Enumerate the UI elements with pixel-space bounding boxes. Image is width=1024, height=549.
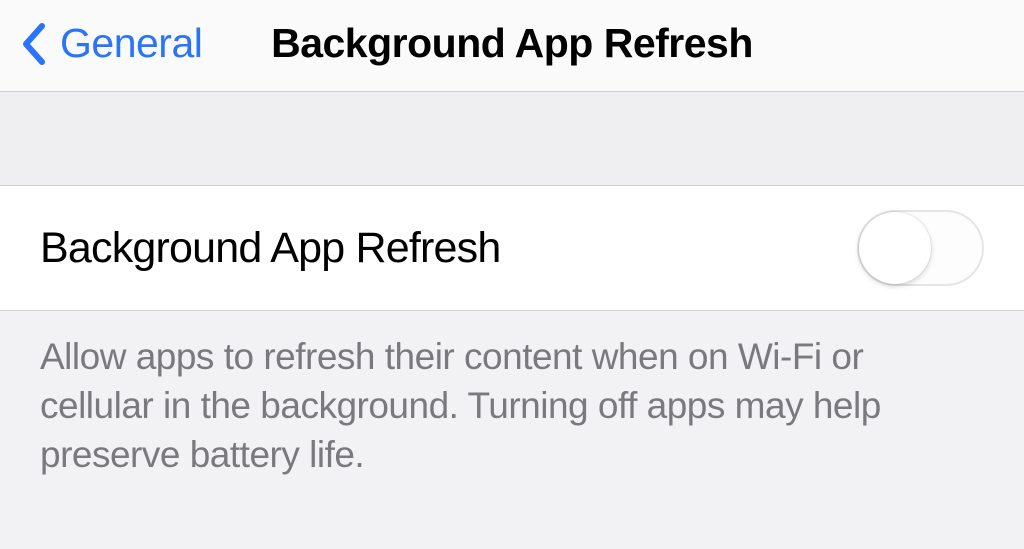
setting-description: Allow apps to refresh their content when… (0, 311, 1024, 479)
setting-row-label: Background App Refresh (40, 224, 500, 273)
back-button-label: General (60, 20, 202, 67)
background-app-refresh-toggle[interactable] (857, 210, 984, 286)
navigation-bar: General Background App Refresh (0, 0, 1024, 92)
toggle-knob (859, 212, 931, 284)
back-button[interactable]: General (20, 20, 202, 67)
chevron-left-icon (20, 22, 50, 66)
section-spacer (0, 92, 1024, 185)
page-title: Background App Refresh (271, 20, 753, 67)
setting-row: Background App Refresh (0, 185, 1024, 311)
